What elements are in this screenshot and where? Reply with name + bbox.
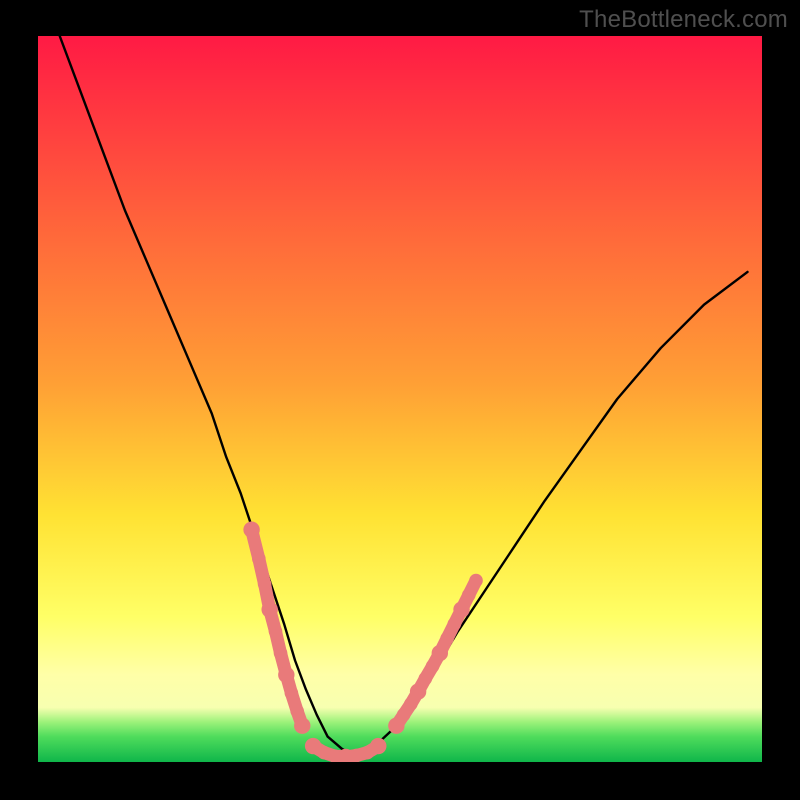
marker-dot <box>440 632 454 646</box>
marker-dot <box>453 601 469 617</box>
gradient-bg <box>38 36 762 762</box>
marker-dot <box>432 645 448 661</box>
chart-svg <box>38 36 762 762</box>
marker-dot <box>294 718 310 734</box>
marker-dot <box>419 672 433 686</box>
marker-dot <box>469 574 483 588</box>
marker-dot <box>278 667 294 683</box>
marker-dot <box>410 683 426 699</box>
marker-dot <box>274 646 288 660</box>
plot-area <box>38 36 762 762</box>
marker-dot <box>261 601 277 617</box>
marker-dot <box>370 738 386 754</box>
marker-dot <box>243 521 259 537</box>
marker-dot <box>448 617 462 631</box>
watermark-text: TheBottleneck.com <box>579 6 788 34</box>
chart-outer: TheBottleneck.com <box>0 0 800 800</box>
marker-dot <box>252 552 266 566</box>
marker-dot <box>285 686 299 700</box>
marker-dot <box>426 659 440 673</box>
marker-dot <box>290 704 304 718</box>
marker-dot <box>258 577 272 591</box>
marker-dot <box>269 625 283 639</box>
marker-dot <box>462 588 476 602</box>
